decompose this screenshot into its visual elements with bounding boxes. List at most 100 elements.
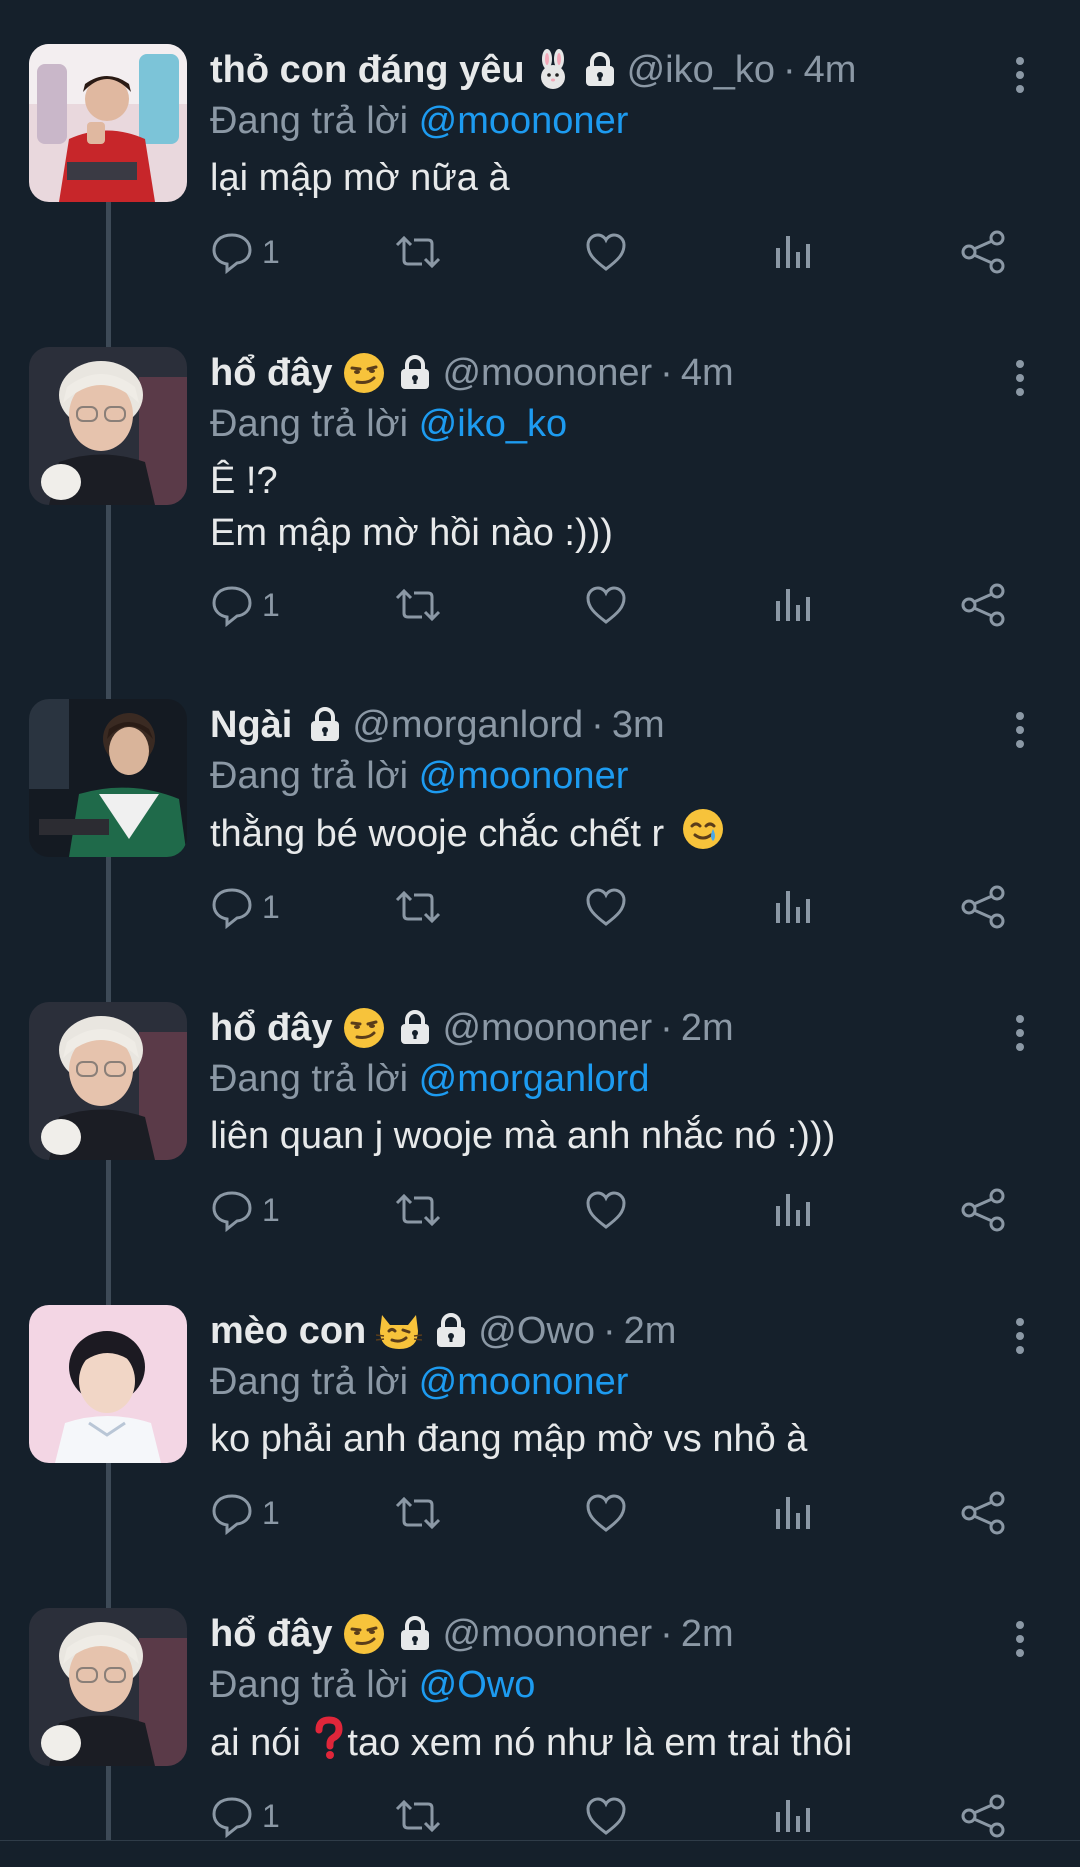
share-button[interactable] [960, 575, 1006, 635]
display-name[interactable]: thỏ con đáng yêu [210, 49, 525, 92]
timestamp[interactable]: 4m [681, 352, 734, 395]
more-options-icon[interactable] [1000, 1614, 1040, 1664]
avatar[interactable] [29, 1002, 187, 1160]
tweet[interactable]: hổ đây @moononer [0, 958, 1080, 1261]
heart-icon [586, 233, 626, 271]
avatar[interactable] [29, 699, 187, 857]
like-button[interactable] [584, 1786, 628, 1846]
tweet-text: Ê !? Em mập mờ hồi nào :))) [210, 460, 613, 554]
retweet-button[interactable] [394, 877, 442, 937]
mention-link[interactable]: @iko_ko [419, 403, 567, 445]
tweet-text: thằng bé wooje chắc chết r [210, 807, 1040, 865]
timestamp[interactable]: 2m [681, 1613, 734, 1656]
avatar[interactable] [29, 1305, 187, 1463]
reply-count: 1 [262, 233, 280, 270]
reply-icon [212, 586, 252, 627]
replying-to: Đang trả lời @Owo [210, 1664, 536, 1706]
retweet-button[interactable] [394, 1786, 442, 1846]
heart-icon [586, 1797, 626, 1835]
timestamp[interactable]: 2m [681, 1007, 734, 1050]
heart-icon [586, 1191, 626, 1229]
avatar[interactable] [29, 347, 187, 505]
tweet[interactable]: hổ đây @moononer [0, 303, 1080, 627]
share-button[interactable] [960, 1180, 1006, 1240]
cat-face-icon [376, 1309, 423, 1353]
mention-link[interactable]: @moononer [419, 755, 629, 797]
analytics-icon [776, 1800, 810, 1832]
like-button[interactable] [584, 575, 628, 635]
retweet-button[interactable] [394, 1180, 442, 1240]
mention-link[interactable]: @moononer [419, 1361, 629, 1403]
user-handle[interactable]: @Owo [478, 1310, 595, 1353]
mention-link[interactable]: @Owo [419, 1664, 536, 1706]
more-options-icon[interactable] [1000, 1311, 1040, 1361]
tweet-text: lại mập mờ nữa à [210, 157, 510, 199]
timestamp[interactable]: 3m [612, 704, 665, 747]
reply-button[interactable]: 1 [210, 222, 280, 282]
more-options-icon[interactable] [1000, 50, 1040, 100]
display-name[interactable]: hổ đây [210, 1613, 332, 1656]
tweet[interactable]: hổ đây @moononer [0, 1564, 1080, 1867]
reply-count: 1 [262, 888, 280, 925]
share-button[interactable] [960, 1786, 1006, 1846]
more-options-icon[interactable] [1000, 353, 1040, 403]
tweet-text: liên quan j wooje mà anh nhắc nó :))) [210, 1115, 836, 1157]
share-icon [961, 583, 1005, 627]
share-button[interactable] [960, 1483, 1006, 1543]
lock-icon [398, 355, 432, 391]
smirk-face-icon [342, 1612, 386, 1656]
reply-button[interactable]: 1 [210, 575, 280, 635]
like-button[interactable] [584, 1180, 628, 1240]
like-button[interactable] [584, 877, 628, 937]
user-handle[interactable]: @moononer [442, 352, 652, 395]
lock-icon [434, 1313, 468, 1349]
views-button[interactable] [773, 877, 813, 937]
display-name[interactable]: hổ đây [210, 352, 332, 395]
views-button[interactable] [773, 1786, 813, 1846]
display-name[interactable]: mèo con [210, 1310, 366, 1353]
like-button[interactable] [584, 1483, 628, 1543]
share-icon [961, 885, 1005, 929]
timestamp[interactable]: 2m [624, 1310, 677, 1353]
mention-link[interactable]: @morganlord [419, 1058, 650, 1100]
tweet-text: ai nói tao xem nó như là em trai thôi [210, 1716, 1040, 1774]
display-name[interactable]: hổ đây [210, 1007, 332, 1050]
avatar[interactable] [29, 44, 187, 202]
views-button[interactable] [773, 222, 813, 282]
share-button[interactable] [960, 877, 1006, 937]
tweet[interactable]: Ngài @morganlord · 3m Đang trả lời @moon… [0, 655, 1080, 958]
replying-to: Đang trả lời @moononer [210, 1361, 629, 1403]
user-handle[interactable]: @moononer [442, 1007, 652, 1050]
retweet-button[interactable] [394, 1483, 442, 1543]
reply-button[interactable]: 1 [210, 1180, 280, 1240]
tweet[interactable]: mèo con @Owo · 2m Đang trả lời @moononer… [0, 1261, 1080, 1564]
reply-count: 1 [262, 1797, 280, 1834]
share-icon [961, 1188, 1005, 1232]
like-button[interactable] [584, 222, 628, 282]
mention-link[interactable]: @moononer [419, 100, 629, 142]
display-name[interactable]: Ngài [210, 704, 292, 747]
heart-icon [586, 586, 626, 624]
share-button[interactable] [960, 222, 1006, 282]
tweet-actions: 1 [210, 877, 1010, 937]
tweet[interactable]: thỏ con đáng yêu @iko_ko · 4m Đang trả l… [0, 0, 1080, 303]
timestamp[interactable]: 4m [804, 49, 857, 92]
reply-button[interactable]: 1 [210, 1786, 280, 1846]
retweet-button[interactable] [394, 575, 442, 635]
reply-button[interactable]: 1 [210, 1483, 280, 1543]
reply-button[interactable]: 1 [210, 877, 280, 937]
views-button[interactable] [773, 575, 813, 635]
more-options-icon[interactable] [1000, 705, 1040, 755]
red-question-mark-icon [311, 1716, 347, 1774]
views-button[interactable] [773, 1483, 813, 1543]
more-options-icon[interactable] [1000, 1008, 1040, 1058]
user-handle[interactable]: @moononer [442, 1613, 652, 1656]
replying-to: Đang trả lời @moononer [210, 755, 629, 797]
tweet-actions: 1 [210, 1483, 1010, 1543]
user-handle[interactable]: @morganlord [352, 704, 583, 747]
views-button[interactable] [773, 1180, 813, 1240]
user-handle[interactable]: @iko_ko [627, 49, 775, 92]
retweet-button[interactable] [394, 222, 442, 282]
tweet-actions: 1 [210, 222, 1010, 282]
avatar[interactable] [29, 1608, 187, 1766]
